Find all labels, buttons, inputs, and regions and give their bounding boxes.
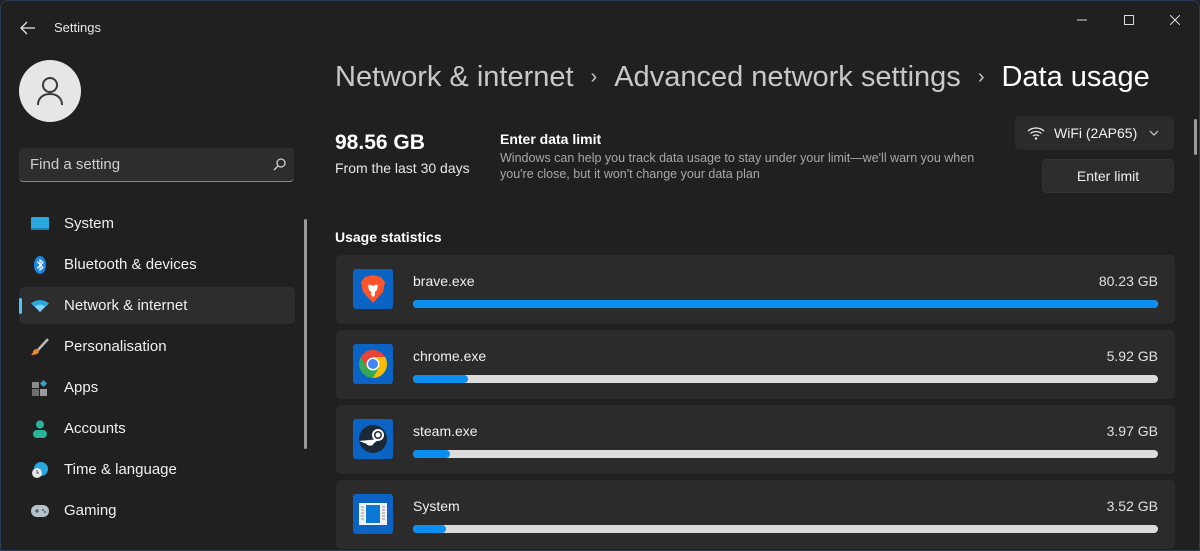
chevron-right-icon: › (590, 66, 598, 88)
minimize-icon (1077, 19, 1087, 21)
search-box[interactable] (19, 148, 294, 182)
globe-clock-icon (30, 460, 50, 480)
apps-icon (30, 378, 50, 398)
minimize-button[interactable] (1062, 9, 1102, 31)
sidebar-item-time-language[interactable]: Time & language (19, 451, 295, 488)
sidebar-item-label: Apps (64, 379, 99, 396)
back-button[interactable] (15, 15, 41, 41)
usage-bar (413, 450, 1158, 458)
usage-summary: 98.56 GB From the last 30 days (335, 131, 470, 176)
sidebar-item-network[interactable]: Network & internet (19, 287, 295, 324)
breadcrumb: Network & internet › Advanced network se… (335, 61, 1150, 94)
search-input[interactable] (30, 156, 264, 173)
usage-bar-fill (413, 300, 1158, 308)
sidebar-item-label: System (64, 215, 115, 232)
app-name: brave.exe (413, 273, 475, 289)
close-button[interactable] (1155, 9, 1195, 31)
sidebar-item-apps[interactable]: Apps (19, 369, 295, 406)
app-usage-amount: 5.92 GB (1106, 348, 1158, 364)
back-arrow-icon (20, 21, 35, 35)
app-name: System (413, 498, 460, 514)
maximize-icon (1124, 15, 1134, 25)
app-usage-amount: 3.97 GB (1106, 423, 1158, 439)
settings-window: Settings System Bluetooth (0, 0, 1200, 551)
sidebar-item-label: Network & internet (64, 297, 188, 314)
chrome-icon (353, 344, 393, 384)
system-window-icon (353, 494, 393, 534)
gamepad-icon (30, 501, 50, 521)
sidebar-item-label: Personalisation (64, 338, 167, 355)
usage-bar-fill (413, 525, 446, 533)
steam-icon (353, 419, 393, 459)
usage-bar-fill (413, 375, 469, 383)
data-limit-info: Enter data limit Windows can help you tr… (500, 131, 1000, 182)
usage-list: brave.exe 80.23 GB chrome.exe 5.92 GB st… (336, 255, 1175, 550)
sidebar-item-gaming[interactable]: Gaming (19, 492, 295, 529)
app-usage-amount: 3.52 GB (1106, 498, 1158, 514)
usage-bar-fill (413, 450, 450, 458)
breadcrumb-network-internet[interactable]: Network & internet (335, 61, 574, 94)
sidebar-item-bluetooth[interactable]: Bluetooth & devices (19, 246, 295, 283)
sidebar-item-label: Bluetooth & devices (64, 256, 197, 273)
enter-limit-button[interactable]: Enter limit (1042, 159, 1174, 193)
usage-bar (413, 300, 1158, 308)
brave-icon (353, 269, 393, 309)
data-limit-title: Enter data limit (500, 131, 602, 147)
monitor-icon (30, 214, 50, 234)
chevron-right-icon: › (977, 66, 985, 88)
sidebar-item-label: Time & language (64, 461, 177, 478)
wifi-icon (30, 296, 50, 316)
usage-statistics-title: Usage statistics (335, 229, 442, 245)
app-usage-amount: 80.23 GB (1098, 273, 1158, 289)
breadcrumb-advanced-network-settings[interactable]: Advanced network settings (614, 61, 961, 94)
avatar[interactable] (19, 60, 81, 122)
list-item: brave.exe 80.23 GB (336, 255, 1175, 324)
bluetooth-icon (30, 255, 50, 275)
search-icon[interactable] (264, 158, 294, 171)
chevron-down-icon (1149, 127, 1159, 139)
usage-bar (413, 375, 1158, 383)
close-icon (1170, 15, 1180, 25)
network-dropdown[interactable]: WiFi (2AP65) (1015, 116, 1174, 150)
person-icon (30, 419, 50, 439)
maximize-button[interactable] (1109, 9, 1149, 31)
app-title: Settings (54, 20, 101, 35)
usage-period: From the last 30 days (335, 160, 470, 176)
sidebar-scrollbar[interactable] (304, 219, 307, 449)
total-usage-value: 98.56 GB (335, 131, 425, 154)
sidebar-item-label: Gaming (64, 502, 117, 519)
data-limit-description: Windows can help you track data usage to… (500, 151, 975, 181)
list-item: chrome.exe 5.92 GB (336, 330, 1175, 399)
user-icon (37, 77, 63, 106)
app-name: steam.exe (413, 423, 478, 439)
list-item: steam.exe 3.97 GB (336, 405, 1175, 474)
sidebar-item-accounts[interactable]: Accounts (19, 410, 295, 447)
list-item: System 3.52 GB (336, 480, 1175, 549)
sidebar-item-personalisation[interactable]: Personalisation (19, 328, 295, 365)
page-title: Data usage (1001, 61, 1150, 93)
title-bar: Settings (1, 1, 1199, 53)
sidebar-item-label: Accounts (64, 420, 126, 437)
usage-bar (413, 525, 1158, 533)
brush-icon (30, 337, 50, 357)
network-selected: WiFi (2AP65) (1054, 125, 1138, 141)
sidebar-nav: System Bluetooth & devices Network & int… (19, 205, 295, 533)
main-scrollbar[interactable] (1194, 119, 1197, 155)
wifi-icon (1027, 127, 1045, 140)
app-name: chrome.exe (413, 348, 487, 364)
sidebar-item-system[interactable]: System (19, 205, 295, 242)
